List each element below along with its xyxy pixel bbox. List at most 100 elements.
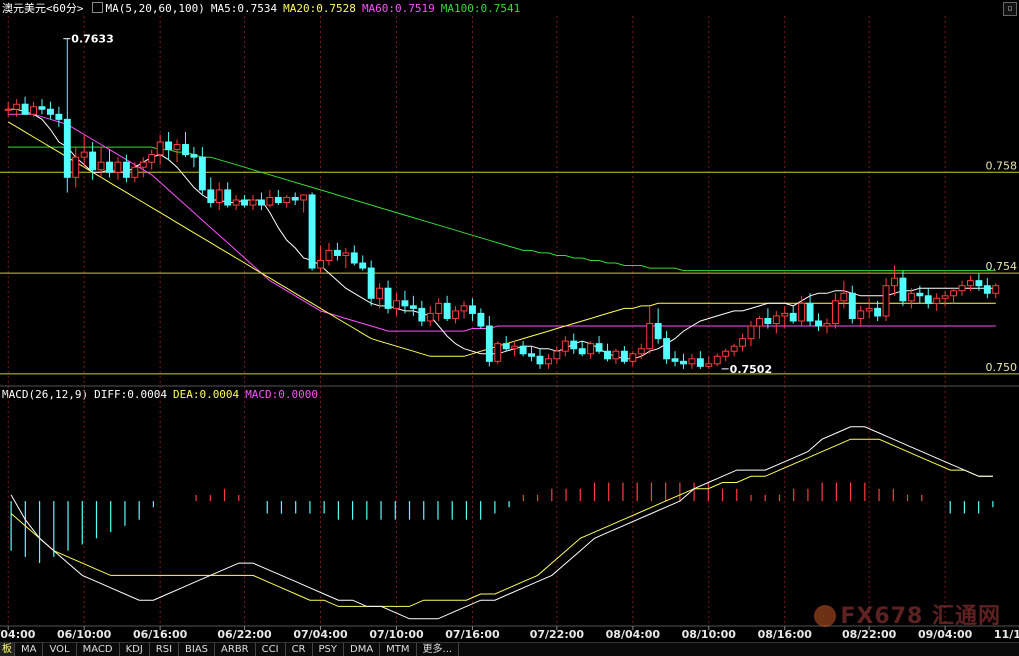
candle-body	[840, 292, 848, 302]
candle	[502, 336, 510, 352]
candle	[435, 298, 443, 321]
candle	[899, 270, 907, 306]
candle	[587, 341, 595, 359]
x-tick-label: 07/22:00	[530, 628, 585, 641]
candle	[789, 305, 797, 324]
candle-body	[755, 317, 763, 327]
tab-panel[interactable]: 板	[0, 643, 15, 656]
candle-body	[460, 305, 468, 312]
candle-body	[241, 199, 249, 206]
candle	[950, 288, 958, 304]
tab-indicator[interactable]: MTM	[380, 643, 417, 656]
candle	[198, 147, 206, 195]
candle-body	[156, 141, 164, 156]
tab-indicator[interactable]: ARBR	[215, 643, 256, 656]
x-tick-label: 08/10:00	[682, 628, 737, 641]
candle-body	[536, 355, 544, 365]
candle-body	[198, 156, 206, 191]
candle	[983, 278, 991, 299]
x-tick-label: 07/16:00	[445, 628, 500, 641]
tab-indicator[interactable]: 更多...	[417, 643, 460, 656]
tab-indicator[interactable]: MACD	[77, 643, 120, 656]
candle	[485, 315, 493, 367]
candle	[409, 295, 417, 316]
candle-body	[891, 277, 898, 287]
candle-body	[502, 343, 510, 350]
candle	[148, 149, 156, 170]
x-tick-label: 06/10:00	[57, 628, 112, 641]
candle	[308, 192, 316, 271]
candle	[570, 333, 578, 354]
candle-body	[350, 252, 358, 264]
candle-body	[401, 300, 409, 307]
candle	[528, 346, 535, 362]
candle-body	[190, 154, 198, 158]
candle-body	[21, 103, 29, 115]
candle	[511, 341, 519, 357]
candle	[612, 348, 620, 364]
candle-body	[722, 350, 730, 357]
tab-indicator[interactable]: VOL	[43, 643, 77, 656]
grid	[0, 16, 1019, 625]
x-tick-label: 08/16:00	[758, 628, 813, 641]
candle	[342, 247, 350, 269]
candle	[165, 131, 173, 160]
tab-indicator[interactable]: CCI	[256, 643, 286, 656]
candle	[696, 351, 704, 369]
candle-body	[207, 189, 215, 204]
candle-body	[637, 348, 645, 355]
candle-body	[705, 363, 713, 367]
candle-body	[325, 249, 333, 261]
candle	[840, 280, 848, 309]
candle-body	[469, 305, 476, 314]
candle	[452, 305, 460, 324]
tab-indicator[interactable]: KDJ	[120, 643, 150, 656]
candle-body	[376, 287, 384, 299]
tab-indicator[interactable]: CR	[286, 643, 313, 656]
candle	[418, 300, 426, 327]
candle-body	[139, 161, 147, 168]
price-annotation: 0.7633	[71, 33, 113, 46]
y-tick-label: 0.750	[986, 361, 1018, 374]
candle-body	[72, 156, 80, 178]
tab-indicator[interactable]: RSI	[150, 643, 180, 656]
candle	[958, 280, 966, 296]
candle-body	[224, 189, 232, 206]
candle	[72, 147, 80, 188]
candle	[772, 310, 780, 334]
candle	[317, 245, 324, 274]
candle	[333, 242, 341, 261]
candle-body	[122, 161, 130, 178]
candle-body	[899, 277, 907, 302]
candle-body	[739, 338, 747, 347]
candle	[38, 99, 46, 115]
candle	[671, 351, 679, 367]
candle-body	[663, 338, 671, 360]
chart-canvas[interactable]: 0.750 0.754 0.758 0.7633 0.7502 06/04:00 06/…	[0, 0, 1019, 642]
candle	[257, 192, 265, 211]
candle	[291, 192, 299, 206]
ma60-line	[8, 113, 996, 332]
candle-body	[443, 302, 451, 319]
tab-indicator[interactable]: MA	[15, 643, 44, 656]
candle-body	[30, 106, 37, 115]
candle	[848, 285, 856, 324]
candle	[865, 298, 873, 319]
candle-body	[781, 312, 789, 317]
candle-body	[730, 345, 738, 352]
tab-indicator[interactable]: BIAS	[179, 643, 216, 656]
candle	[384, 280, 392, 314]
candle	[21, 96, 29, 115]
candle-body	[519, 345, 527, 355]
candle	[536, 348, 544, 369]
tab-indicator[interactable]: PSY	[313, 643, 344, 656]
x-tick-label: 07/04:00	[293, 628, 348, 641]
candle-body	[274, 196, 282, 204]
fx678-logo-icon	[814, 605, 837, 627]
candle-body	[806, 302, 814, 322]
candle-body	[182, 144, 189, 156]
tab-indicator[interactable]: DMA	[344, 643, 381, 656]
macd-panel	[10, 426, 994, 620]
candle-body	[55, 113, 63, 120]
candle	[274, 189, 282, 206]
